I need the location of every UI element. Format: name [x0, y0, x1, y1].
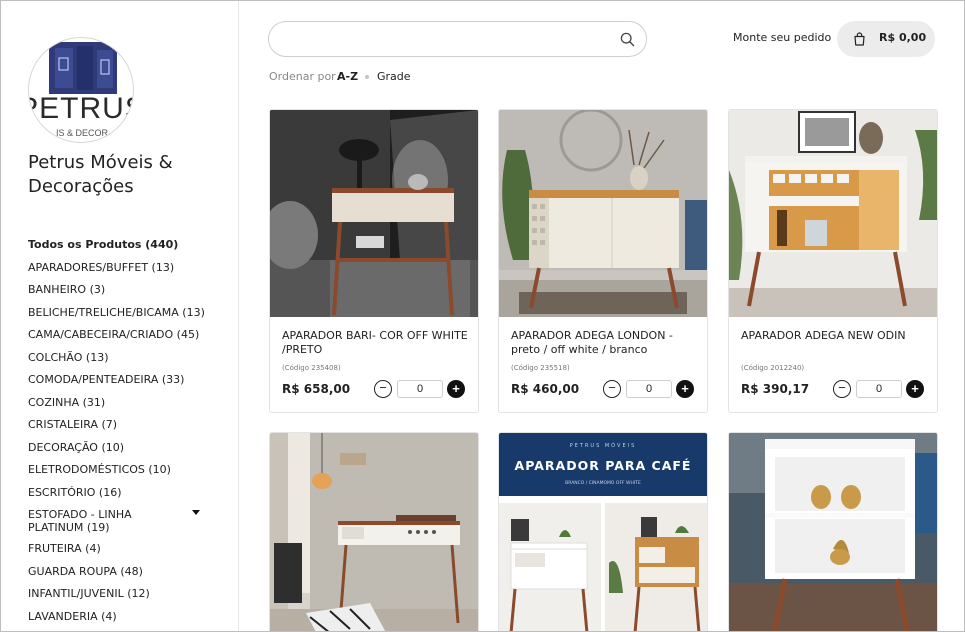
category-item[interactable]: APARADORES/BUFFET (13)	[28, 259, 228, 282]
decrease-quantity-button[interactable]: −	[374, 380, 392, 398]
product-price: R$ 658,00	[282, 382, 351, 396]
quantity-input[interactable]	[626, 380, 672, 398]
increase-quantity-button[interactable]: +	[447, 380, 465, 398]
store-logo[interactable]: PETRUS IS & DECOR	[28, 37, 134, 143]
category-item[interactable]: COZINHA (31)	[28, 394, 228, 417]
logo-wordmark: PETRUS	[29, 92, 134, 125]
increase-quantity-button[interactable]: +	[676, 380, 694, 398]
category-label: ESTOFADO - LINHA PLATINUM (19)	[28, 508, 132, 534]
logo-subtitle: IS & DECOR	[56, 128, 109, 138]
category-item[interactable]: GUARDA ROUPA (48)	[28, 563, 228, 586]
category-list: Todos os Produtos (440) APARADORES/BUFFE…	[28, 236, 228, 630]
monte-seu-pedido-link[interactable]: Monte seu pedido	[733, 31, 831, 44]
category-item[interactable]: ESCRITÓRIO (16)	[28, 484, 228, 507]
product-image[interactable]	[270, 110, 478, 317]
product-price: R$ 390,17	[741, 382, 810, 396]
sidebar: PETRUS IS & DECOR Petrus Móveis & Decora…	[1, 1, 239, 631]
category-item[interactable]: COLCHÃO (13)	[28, 349, 228, 372]
sort-az-option[interactable]: A-Z	[337, 70, 358, 83]
category-item[interactable]: CRISTALEIRA (7)	[28, 416, 228, 439]
quantity-input[interactable]	[856, 380, 902, 398]
page-frame: PETRUS IS & DECOR Petrus Móveis & Decora…	[0, 0, 965, 632]
category-item[interactable]: DECORAÇÃO (10)	[28, 439, 228, 462]
product-card[interactable]	[269, 432, 479, 631]
category-item[interactable]: INFANTIL/JUVENIL (12)	[28, 585, 228, 608]
category-item[interactable]: BANHEIRO (3)	[28, 281, 228, 304]
banner-small-text: PETRUS MÓVEIS	[570, 442, 637, 449]
product-card[interactable]: APARADOR ADEGA NEW ODIN (Código 2012240)…	[728, 109, 938, 413]
decrease-quantity-button[interactable]: −	[833, 380, 851, 398]
product-image[interactable]	[499, 110, 707, 317]
product-code: (Código 2012240)	[741, 364, 805, 372]
category-item[interactable]: LAVANDERIA (4)	[28, 608, 228, 631]
search-icon[interactable]	[620, 32, 635, 47]
category-all-products[interactable]: Todos os Produtos (440)	[28, 236, 228, 259]
product-title[interactable]: APARADOR BARI- COR OFF WHITE /PRETO	[282, 329, 470, 357]
increase-quantity-button[interactable]: +	[906, 380, 924, 398]
product-card[interactable]	[728, 432, 938, 631]
category-item[interactable]: FRUTEIRA (4)	[28, 540, 228, 563]
cart-button[interactable]: R$ 0,00	[837, 21, 935, 57]
store-name: Petrus Móveis & Decorações	[28, 152, 173, 197]
category-item[interactable]: COMODA/PENTEADEIRA (33)	[28, 371, 228, 394]
caret-down-icon[interactable]	[192, 510, 200, 515]
cart-total: R$ 0,00	[879, 31, 927, 44]
product-image[interactable]: PETRUS MÓVEIS APARADOR PARA CAFÉ BRANCO …	[499, 433, 707, 631]
product-image[interactable]	[729, 433, 937, 631]
category-item[interactable]: ELETRODOMÉSTICOS (10)	[28, 461, 228, 484]
decrease-quantity-button[interactable]: −	[603, 380, 621, 398]
product-image[interactable]	[270, 433, 478, 631]
quantity-input[interactable]	[397, 380, 443, 398]
product-card[interactable]: APARADOR BARI- COR OFF WHITE /PRETO (Cód…	[269, 109, 479, 413]
banner-title: APARADOR PARA CAFÉ	[515, 458, 692, 473]
sort-separator	[365, 75, 369, 79]
view-grid-option[interactable]: Grade	[377, 70, 411, 83]
product-card[interactable]: PETRUS MÓVEIS APARADOR PARA CAFÉ BRANCO …	[498, 432, 708, 631]
product-image[interactable]	[729, 110, 937, 317]
banner-subtitle: BRANCO / CINAMOMO OFF WHITE	[565, 480, 641, 486]
category-item-estofado[interactable]: ESTOFADO - LINHA PLATINUM (19)	[28, 506, 228, 540]
category-item[interactable]: BELICHE/TRELICHE/BICAMA (13)	[28, 304, 228, 327]
product-code: (Código 235408)	[282, 364, 341, 372]
product-title[interactable]: APARADOR ADEGA NEW ODIN	[741, 329, 929, 343]
search-input[interactable]	[285, 22, 615, 56]
search-bar	[268, 21, 647, 57]
product-title[interactable]: APARADOR ADEGA LONDON - preto / off whit…	[511, 329, 699, 357]
shopping-bag-icon	[854, 32, 865, 46]
product-code: (Código 235518)	[511, 364, 570, 372]
product-price: R$ 460,00	[511, 382, 580, 396]
product-card[interactable]: APARADOR ADEGA LONDON - preto / off whit…	[498, 109, 708, 413]
category-item[interactable]: CAMA/CABECEIRA/CRIADO (45)	[28, 326, 228, 349]
sort-label: Ordenar por	[269, 70, 336, 83]
